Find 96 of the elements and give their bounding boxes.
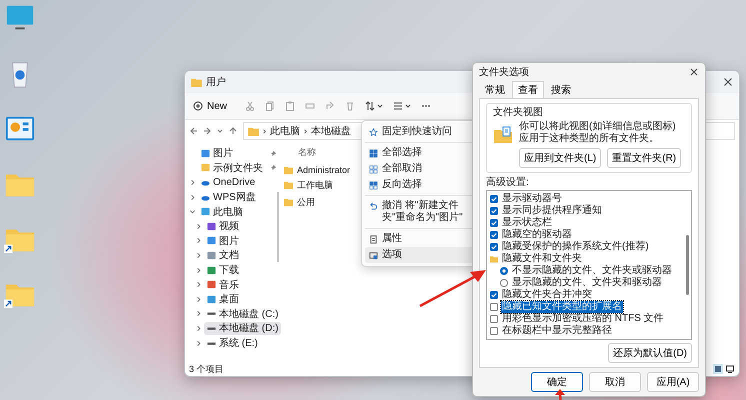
chevron-icon[interactable] xyxy=(195,222,202,230)
file-name[interactable]: Administrator xyxy=(297,165,350,175)
checkbox[interactable] xyxy=(490,291,498,299)
nav-item[interactable]: 下载 xyxy=(204,264,280,277)
menu-item[interactable]: 全部选择 xyxy=(365,145,474,161)
nav-item[interactable]: 系统 (E:) xyxy=(204,336,280,350)
radio-button[interactable] xyxy=(500,279,508,287)
close-icon[interactable] xyxy=(689,67,699,77)
back-arrow-icon[interactable] xyxy=(189,126,199,136)
group-title: 文件夹视图 xyxy=(493,106,543,119)
chevron-icon[interactable] xyxy=(195,296,202,303)
setting-label[interactable]: 不显示隐藏的文件、文件夹或驱动器 xyxy=(511,265,673,277)
menu-item[interactable]: 全部取消 xyxy=(365,161,474,177)
setting-label[interactable]: 隐藏受保护的操作系统文件(推荐) xyxy=(501,241,650,253)
setting-label[interactable]: 显示驱动器号 xyxy=(501,193,563,205)
setting-label[interactable]: 隐藏文件夹合并冲突 xyxy=(501,289,593,301)
nav-item[interactable]: 图片 xyxy=(198,146,280,160)
tiles-view-icon[interactable] xyxy=(725,364,735,374)
nav-item[interactable]: OneDrive xyxy=(198,176,280,189)
dialog-title: 文件夹选项 xyxy=(479,66,529,79)
setting-label[interactable]: 隐藏已知文件类型的扩展名 xyxy=(501,301,623,313)
setting-label[interactable]: 显示隐藏的文件、文件夹和驱动器 xyxy=(511,277,663,289)
options-icon xyxy=(369,250,378,260)
section-label: 高级设置: xyxy=(486,176,529,189)
window-title: 用户 xyxy=(206,76,226,89)
chevron-icon[interactable] xyxy=(195,310,202,318)
column-header[interactable]: 名称 xyxy=(298,146,316,159)
checkbox[interactable] xyxy=(490,243,498,251)
nav-item[interactable]: 图片 xyxy=(204,234,280,248)
nav-item[interactable]: 本地磁盘 (D:) xyxy=(204,322,282,335)
chevron-icon[interactable] xyxy=(195,281,202,288)
menu-item[interactable]: 固定到快速访问 xyxy=(365,124,474,140)
pointer-arrow xyxy=(419,270,486,308)
breadcrumb[interactable]: 本地磁盘 xyxy=(311,124,351,138)
chevron-icon[interactable] xyxy=(189,194,196,201)
chevron-icon[interactable] xyxy=(195,266,202,274)
dialog-button[interactable]: 取消 xyxy=(589,372,641,392)
checkbox[interactable] xyxy=(490,219,498,227)
chevron-icon xyxy=(303,126,308,136)
description-text: 你可以将此视图(如详细信息或图标)应用于这种类型的所有文件夹。 xyxy=(519,121,677,145)
status-text: 3 个项目 xyxy=(189,362,224,376)
dialog-button[interactable]: 重置文件夹(R) xyxy=(607,148,682,168)
nav-item[interactable]: 此电脑 xyxy=(198,205,280,218)
menu-item[interactable]: 反向选择 xyxy=(365,177,474,193)
undo-icon xyxy=(369,202,378,210)
file-name[interactable]: 公用 xyxy=(297,196,315,209)
chevron-icon[interactable] xyxy=(195,340,202,347)
checkbox[interactable] xyxy=(490,231,498,239)
setting-label[interactable]: 隐藏空的驱动器 xyxy=(501,229,573,241)
setting-label[interactable]: 显示同步提供程序通知 xyxy=(501,205,603,217)
chevron-icon[interactable] xyxy=(195,252,202,259)
nav-item[interactable]: 桌面 xyxy=(204,292,280,306)
breadcrumb[interactable]: 此电脑 xyxy=(270,124,300,138)
chevron-icon xyxy=(262,126,267,136)
nav-item[interactable]: WPS网盘 xyxy=(198,190,280,204)
setting-label[interactable]: 用彩色显示加密或压缩的 NTFS 文件 xyxy=(501,313,665,325)
file-name[interactable]: 工作电脑 xyxy=(297,179,333,192)
setting-label[interactable]: 显示状态栏 xyxy=(501,217,553,229)
setting-label[interactable]: 在标题栏中显示完整路径 xyxy=(501,325,613,337)
chevron-icon[interactable] xyxy=(195,324,202,332)
up-arrow-icon[interactable] xyxy=(228,126,238,136)
dialog-button[interactable]: 应用(A) xyxy=(647,372,699,392)
dialog-button[interactable]: 应用到文件夹(L) xyxy=(519,148,602,168)
close-icon[interactable] xyxy=(723,77,733,87)
grid-icon xyxy=(369,180,378,190)
nav-item[interactable]: 本地磁盘 (C:) xyxy=(204,307,282,320)
checkbox[interactable] xyxy=(490,327,498,335)
nav-item[interactable]: 音乐 xyxy=(204,278,280,292)
pointer-arrow xyxy=(555,389,565,400)
nav-item[interactable]: 视频 xyxy=(204,220,280,233)
nav-item[interactable]: 示例文件夹 xyxy=(198,161,280,174)
forward-arrow-icon[interactable] xyxy=(202,126,212,136)
chevron-icon[interactable] xyxy=(189,178,196,186)
checkbox[interactable] xyxy=(490,315,498,323)
tab[interactable]: 查看 xyxy=(512,81,544,98)
menu-item[interactable]: 属性 xyxy=(365,231,474,247)
menu-item[interactable]: 选项 xyxy=(365,247,474,263)
checkbox[interactable] xyxy=(490,207,498,215)
chevron-icon[interactable] xyxy=(189,208,196,216)
plus-icon xyxy=(193,101,203,111)
setting-label[interactable]: 隐藏文件和文件夹 xyxy=(501,253,583,265)
chevron-icon[interactable] xyxy=(195,237,202,244)
view-icon[interactable] xyxy=(393,101,412,111)
dialog-button[interactable]: 确定 xyxy=(531,372,583,392)
sort-icon[interactable] xyxy=(365,101,384,111)
star-icon xyxy=(369,128,378,136)
restore-defaults-button[interactable]: 还原为默认值(D) xyxy=(608,343,692,363)
grid-outline-icon xyxy=(369,164,378,174)
checkbox[interactable] xyxy=(490,195,498,203)
details-view-icon[interactable] xyxy=(713,364,723,374)
nav-item[interactable]: 文档 xyxy=(204,248,280,262)
radio-button[interactable] xyxy=(500,267,508,275)
menu-item[interactable]: 撤消 将"新建文件夹"重命名为"图片" xyxy=(365,198,474,226)
grid-icon xyxy=(369,148,378,158)
checkbox[interactable] xyxy=(490,303,498,311)
list-icon xyxy=(369,234,378,244)
